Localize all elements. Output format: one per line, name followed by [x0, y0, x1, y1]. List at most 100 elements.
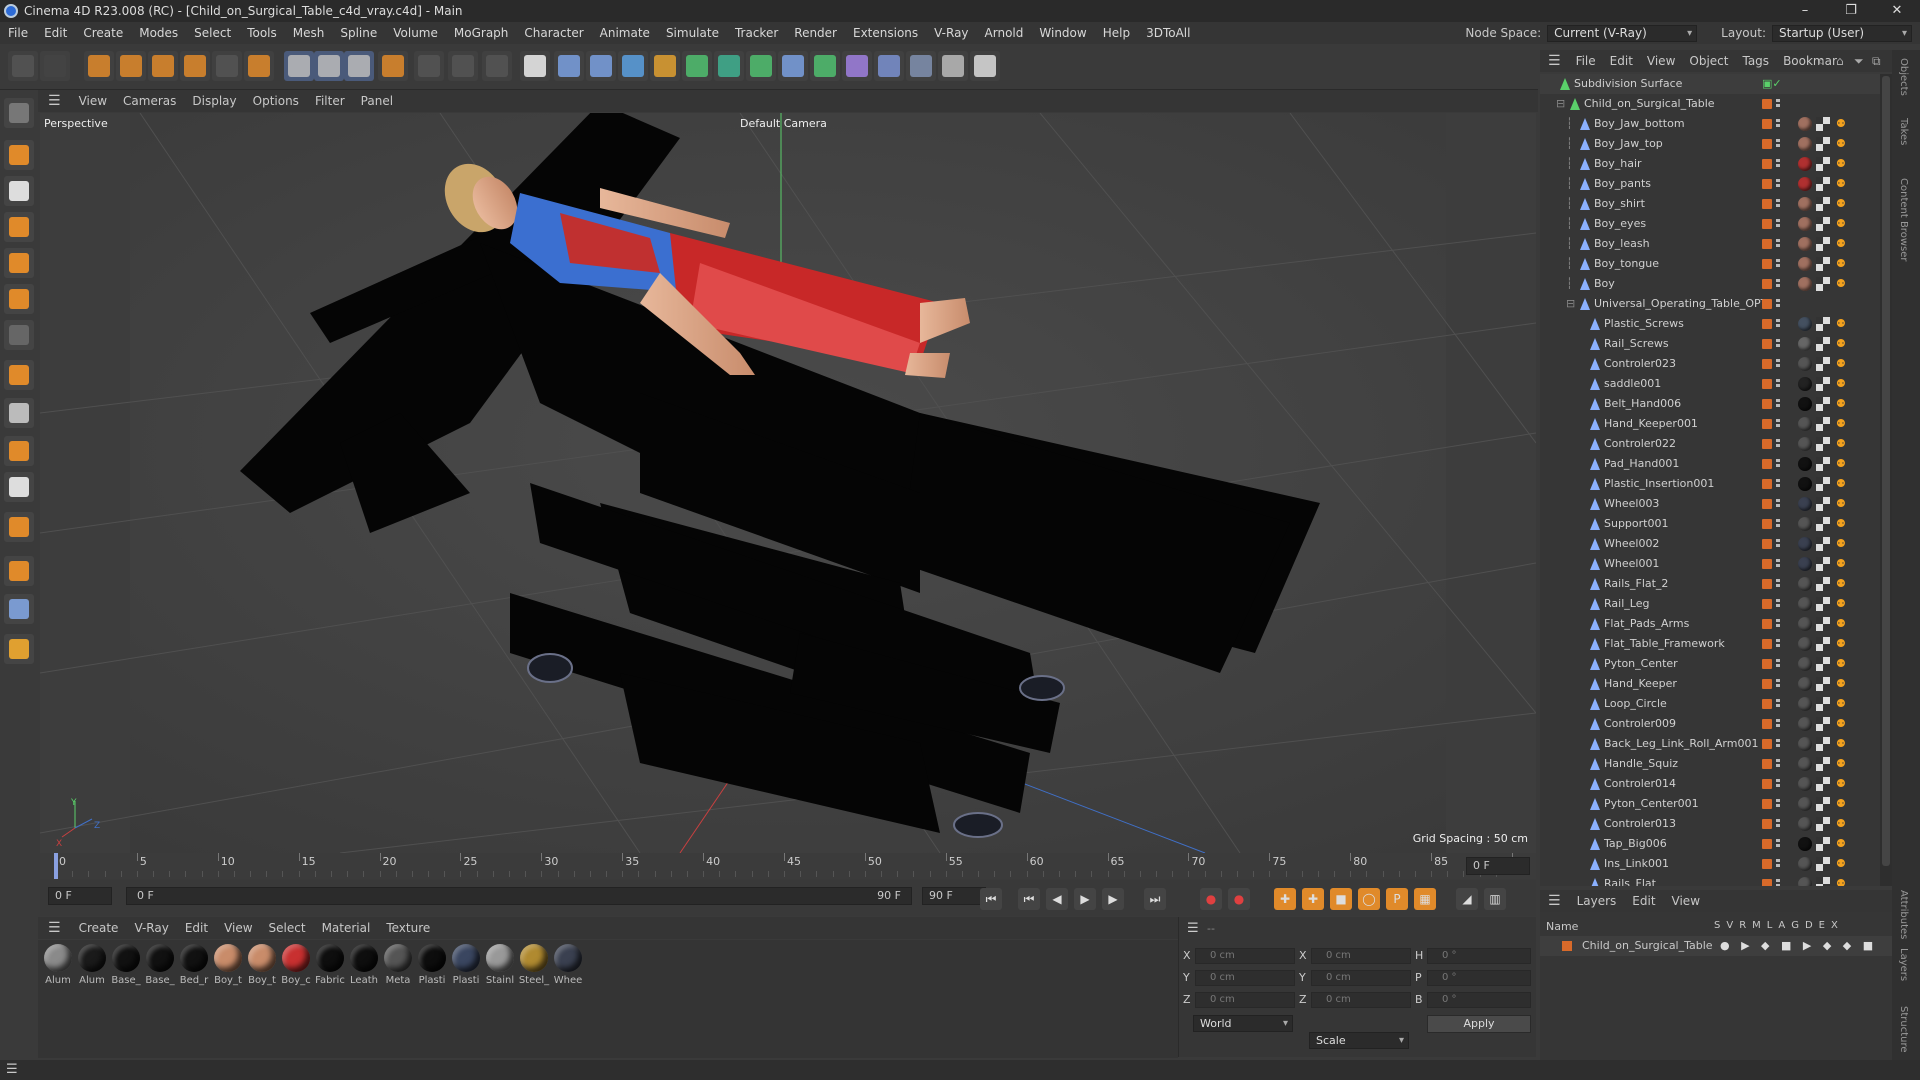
menu-window[interactable]: Window [1031, 26, 1094, 40]
snap-settings-button[interactable] [4, 436, 34, 466]
move-button[interactable] [116, 51, 146, 81]
filter-icon[interactable]: ⏷ [1854, 54, 1864, 69]
material-swatch[interactable]: Meta [382, 944, 414, 986]
material-swatch[interactable]: Plasti [416, 944, 448, 986]
layer-row[interactable]: Child_on_Surgical_Table ● ▶ ◆ ■ ▶ ◆ ◆ ■ [1540, 936, 1892, 956]
layer-color-icon[interactable] [1762, 359, 1772, 369]
material-swatch[interactable]: Fabric [314, 944, 346, 986]
visibility-dots-icon[interactable] [1776, 99, 1780, 109]
layer-color-icon[interactable] [1762, 819, 1772, 829]
object-row[interactable]: ⊟ Child_on_Surgical_Table [1540, 94, 1880, 114]
side-tab-structure[interactable]: Structure [1898, 1006, 1909, 1053]
visibility-dots-icon[interactable] [1776, 499, 1780, 509]
material-tag-icon[interactable] [1798, 837, 1812, 851]
visibility-dots-icon[interactable] [1776, 539, 1780, 549]
checker-tag-icon[interactable] [1816, 217, 1830, 231]
python-3-button[interactable] [778, 51, 808, 81]
hamburger-icon[interactable]: ☰ [38, 920, 71, 936]
layer-flag-icons[interactable]: ● ▶ ◆ ■ ▶ ◆ ◆ ■ [1720, 939, 1877, 952]
object-row[interactable]: ┆ Boy_tongue ⚉ [1540, 254, 1880, 274]
object-row[interactable]: Hand_Keeper001 ⚉ [1540, 414, 1880, 434]
layer-color-icon[interactable] [1762, 779, 1772, 789]
vray-button[interactable] [520, 51, 550, 81]
minimize-button[interactable]: – [1782, 0, 1828, 22]
object-row[interactable]: ┆ Boy_pants ⚉ [1540, 174, 1880, 194]
object-menu-file[interactable]: File [1569, 54, 1603, 68]
object-row[interactable]: Handle_Squiz ⚉ [1540, 754, 1880, 774]
material-tag-icon[interactable] [1798, 737, 1812, 751]
layer-color-icon[interactable] [1762, 319, 1772, 329]
menu-v-ray[interactable]: V-Ray [926, 26, 976, 40]
workplane-button[interactable] [4, 556, 34, 586]
object-menu-edit[interactable]: Edit [1603, 54, 1640, 68]
object-row[interactable]: Belt_Hand006 ⚉ [1540, 394, 1880, 414]
coordinate-system-button[interactable] [378, 51, 408, 81]
object-row[interactable]: Controler013 ⚉ [1540, 814, 1880, 834]
vray-tag-icon[interactable]: ⚉ [1836, 638, 1848, 650]
search-icon[interactable]: ⌕ [1818, 54, 1825, 69]
object-row[interactable]: ┆ Boy_Jaw_top ⚉ [1540, 134, 1880, 154]
tree-line-icon[interactable]: ┆ [1566, 154, 1573, 174]
vray-tag-icon[interactable]: ⚉ [1836, 758, 1848, 770]
material-tag-icon[interactable] [1798, 377, 1812, 391]
side-tab-attributes[interactable]: Attributes [1898, 890, 1909, 939]
object-row[interactable]: ⊟ Universal_Operating_Table_OPT [1540, 294, 1880, 314]
layer-color-icon[interactable] [1762, 799, 1772, 809]
camera-label[interactable]: Default Camera [740, 117, 827, 130]
material-tag-icon[interactable] [1798, 357, 1812, 371]
keyframe-position-icon[interactable]: ✚ [1274, 888, 1296, 910]
object-row[interactable]: Pad_Hand001 ⚉ [1540, 454, 1880, 474]
visibility-dots-icon[interactable] [1776, 719, 1780, 729]
material-tag-icon[interactable] [1798, 317, 1812, 331]
object-row[interactable]: Flat_Table_Framework ⚉ [1540, 634, 1880, 654]
tree-line-icon[interactable]: ┆ [1566, 174, 1573, 194]
render-settings-button[interactable] [482, 51, 512, 81]
checker-tag-icon[interactable] [1816, 697, 1830, 711]
visibility-dots-icon[interactable] [1776, 379, 1780, 389]
visibility-dots-icon[interactable] [1776, 139, 1780, 149]
visibility-dots-icon[interactable] [1776, 179, 1780, 189]
layer-color-icon[interactable] [1762, 279, 1772, 289]
object-row[interactable]: ┆ Boy_eyes ⚉ [1540, 214, 1880, 234]
visibility-dots-icon[interactable] [1776, 279, 1780, 289]
object-row[interactable]: Wheel002 ⚉ [1540, 534, 1880, 554]
menu-arnold[interactable]: Arnold [977, 26, 1032, 40]
object-row[interactable]: Pyton_Center001 ⚉ [1540, 794, 1880, 814]
light-button[interactable] [970, 51, 1000, 81]
material-tag-icon[interactable] [1798, 577, 1812, 591]
checker-tag-icon[interactable] [1816, 777, 1830, 791]
recent-tool-button[interactable] [212, 51, 242, 81]
material-tag-icon[interactable] [1798, 417, 1812, 431]
material-tag-icon[interactable] [1798, 157, 1812, 171]
material-tag-icon[interactable] [1798, 817, 1812, 831]
vray-tag-icon[interactable]: ⚉ [1836, 798, 1848, 810]
viewport-menu-cameras[interactable]: Cameras [115, 94, 184, 108]
visibility-dots-icon[interactable] [1776, 319, 1780, 329]
visibility-dots-icon[interactable] [1776, 359, 1780, 369]
material-menu-select[interactable]: Select [261, 921, 314, 935]
tree-line-icon[interactable]: ┆ [1566, 274, 1573, 294]
vray-tag-icon[interactable]: ⚉ [1836, 878, 1848, 887]
deformer-button[interactable] [842, 51, 872, 81]
visibility-dots-icon[interactable] [1776, 259, 1780, 269]
goto-start-icon[interactable]: ⏮ [980, 888, 1002, 910]
material-swatch[interactable]: Stainl [484, 944, 516, 986]
material-tag-icon[interactable] [1798, 477, 1812, 491]
vray-tag-icon[interactable]: ⚉ [1836, 738, 1848, 750]
magnet-button[interactable] [4, 512, 34, 542]
layer-color-icon[interactable] [1762, 639, 1772, 649]
object-row[interactable]: saddle001 ⚉ [1540, 374, 1880, 394]
vray-tag-icon[interactable]: ⚉ [1836, 658, 1848, 670]
layer-color-icon[interactable] [1762, 479, 1772, 489]
layer-menu-view[interactable]: View [1664, 894, 1708, 908]
material-tag-icon[interactable] [1798, 197, 1812, 211]
vray-tag-icon[interactable]: ⚉ [1836, 678, 1848, 690]
object-menu-tags[interactable]: Tags [1735, 54, 1776, 68]
coord-system-dropdown[interactable]: World [1193, 1015, 1293, 1032]
frame-range-slider[interactable]: 0 F 90 F [126, 887, 912, 905]
material-tag-icon[interactable] [1798, 137, 1812, 151]
prev-frame-icon[interactable]: ◀ [1046, 888, 1068, 910]
object-row[interactable]: Controler023 ⚉ [1540, 354, 1880, 374]
layer-color-icon[interactable] [1762, 879, 1772, 886]
vray-tag-icon[interactable]: ⚉ [1836, 838, 1848, 850]
